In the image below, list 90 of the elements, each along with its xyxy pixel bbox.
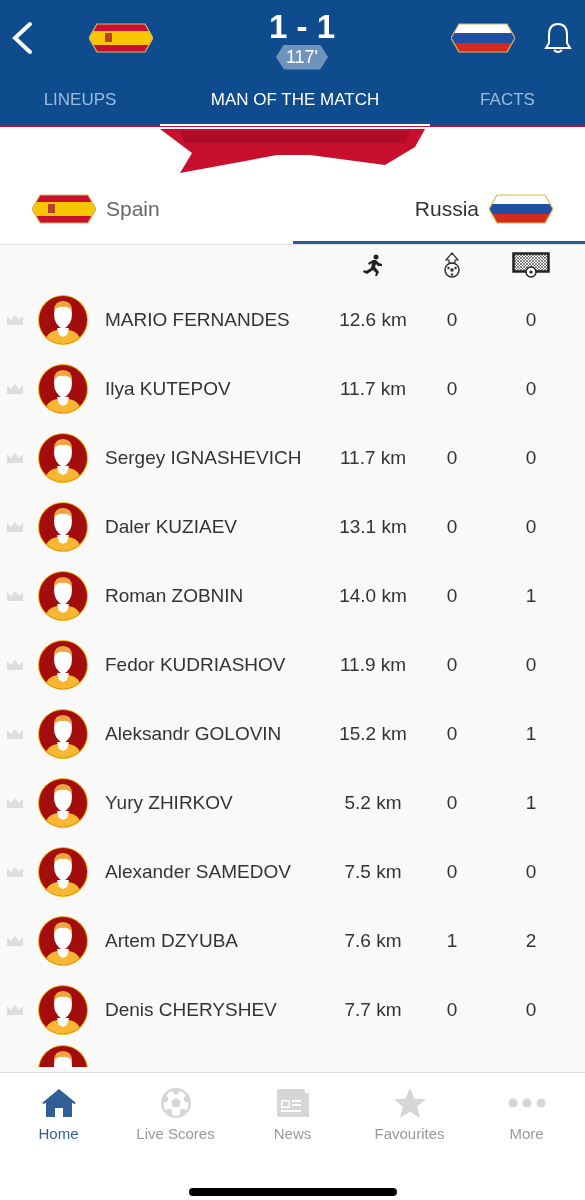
stat-value: 0 <box>525 515 537 538</box>
running-icon <box>363 254 383 276</box>
stat-value: 1 <box>525 722 537 745</box>
player-name: Yury ZHIRKOV <box>105 791 234 814</box>
avatar-icon <box>37 638 89 691</box>
nav-item[interactable]: Favourites <box>351 1073 468 1163</box>
player-name: Sergey IGNASHEVICH <box>105 446 303 469</box>
distance: 11.9 km <box>339 653 407 676</box>
back-icon[interactable] <box>10 21 34 55</box>
player-name: Roman ZOBNIN <box>105 584 245 607</box>
stat-value: 0 <box>525 653 537 676</box>
distance: 11.7 km <box>339 377 407 400</box>
avatar-icon <box>37 569 89 622</box>
distance: 5.2 km <box>344 791 402 814</box>
more-icon <box>506 1097 547 1109</box>
player-name: Artem DZYUBA <box>105 929 240 952</box>
stat-value: 0 <box>446 791 458 814</box>
player-name: Denis CHERYSHEV <box>105 998 278 1021</box>
player-name: Fedor KUDRIASHOV <box>105 653 287 676</box>
stat-value: 0 <box>446 308 458 331</box>
avatar-icon <box>37 845 89 898</box>
stat-value: 1 <box>525 791 537 814</box>
stat-value: 2 <box>525 929 537 952</box>
distance: 7.6 km <box>344 929 402 952</box>
distance: 11.7 km <box>339 446 407 469</box>
stat-value: 0 <box>525 308 537 331</box>
tab[interactable]: MAN OF THE MATCH <box>160 76 430 126</box>
bell-icon[interactable] <box>543 21 573 55</box>
stat-value: 0 <box>446 377 458 400</box>
nav-item[interactable]: Home <box>0 1073 117 1163</box>
crown-icon <box>7 797 23 808</box>
nav-item[interactable]: Live Scores <box>117 1073 234 1163</box>
avatar-icon <box>37 500 89 553</box>
stat-value: 1 <box>446 929 458 952</box>
avatar-icon <box>37 983 89 1036</box>
score: 1 - 1 <box>268 8 335 45</box>
distance: 12.6 km <box>339 308 407 331</box>
star-icon <box>391 1087 428 1119</box>
avatar-icon <box>37 914 89 967</box>
team-tab[interactable]: Spain <box>0 177 293 244</box>
stat-value: 0 <box>525 860 537 883</box>
player-name: Ilya KUTEPOV <box>105 377 232 400</box>
distance: 14.0 km <box>339 584 407 607</box>
crown-icon <box>7 866 23 877</box>
nav-item[interactable]: News <box>234 1073 351 1163</box>
crown-icon <box>7 1004 23 1015</box>
flag-icon <box>489 193 553 225</box>
avatar-icon <box>37 776 89 829</box>
avatar-icon <box>37 293 89 346</box>
crown-icon <box>7 383 23 394</box>
crown-icon <box>7 590 23 601</box>
avatar-icon <box>37 707 89 760</box>
stat-value: 0 <box>525 377 537 400</box>
tab[interactable]: FACTS <box>430 76 585 126</box>
stat-value: 0 <box>446 584 458 607</box>
player-name: Aleksandr GOLOVIN <box>105 722 283 745</box>
stat-value: 1 <box>525 584 537 607</box>
stat-value: 0 <box>446 860 458 883</box>
crown-icon <box>7 452 23 463</box>
crown-icon <box>7 659 23 670</box>
stat-value: 0 <box>446 722 458 745</box>
flag-icon <box>32 193 96 225</box>
stat-value: 0 <box>525 998 537 1021</box>
stat-value: 0 <box>446 446 458 469</box>
stat-value: 0 <box>446 515 458 538</box>
crown-icon <box>7 314 23 325</box>
stat-value: 0 <box>446 998 458 1021</box>
goal-net-icon <box>512 252 550 278</box>
player-name: MARIO FERNANDES <box>105 308 291 331</box>
ball-arrow-icon <box>443 252 461 278</box>
stat-value: 0 <box>446 653 458 676</box>
crown-icon <box>7 521 23 532</box>
tab[interactable]: LINEUPS <box>0 76 160 126</box>
home-icon <box>40 1087 77 1119</box>
player-name: Daler KUZIAEV <box>105 515 238 538</box>
distance: 7.5 km <box>344 860 402 883</box>
player-name: Alexander SAMEDOV <box>105 860 292 883</box>
newspaper-icon <box>274 1087 311 1119</box>
crown-icon <box>7 728 23 739</box>
flag-icon <box>451 22 515 54</box>
distance: 7.7 km <box>344 998 402 1021</box>
flag-icon <box>89 22 153 54</box>
distance: 15.2 km <box>339 722 407 745</box>
nav-item[interactable]: More <box>468 1073 585 1163</box>
avatar-icon <box>37 362 89 415</box>
crown-icon <box>7 935 23 946</box>
avatar-icon <box>37 431 89 484</box>
stat-value: 0 <box>525 446 537 469</box>
match-minute: 117' <box>275 44 329 70</box>
distance: 13.1 km <box>339 515 407 538</box>
